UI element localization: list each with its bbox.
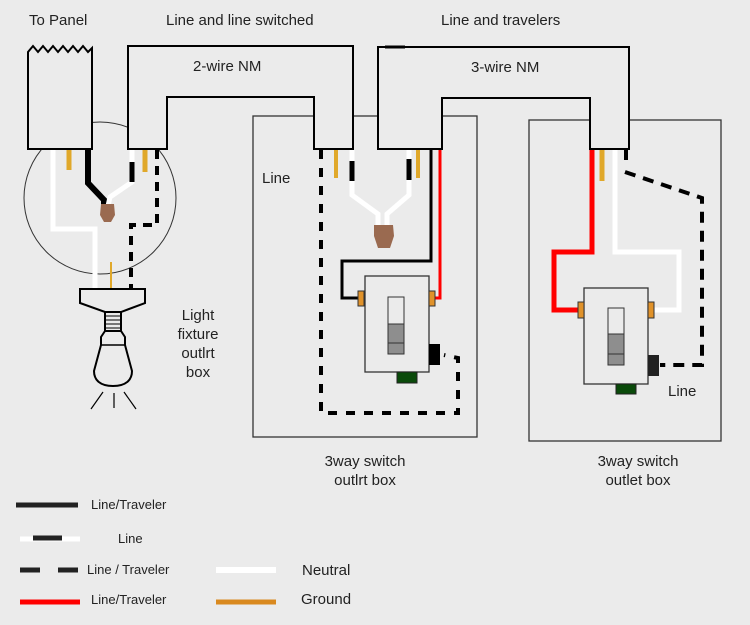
switch2-caption: 3way switch outlet box [578,452,698,490]
legend-label-dashed-black: Line / Traveler [87,562,170,577]
cable1-type-label: 2-wire NM [193,58,262,75]
legend-label-red: Line/Traveler [91,592,167,607]
switch1-caption: 3way switch outlrt box [305,452,425,490]
cable1-purpose-label: Line and line switched [166,12,314,29]
neutral-wire [384,150,412,225]
legend-label-solid-black: Line/Traveler [91,497,167,512]
white-marked-line-wire [105,150,135,207]
switch1-caption-line2: outlrt box [334,472,396,489]
switch1-line-label: Line [262,170,291,187]
legend-swatch-white-black [20,535,80,542]
wiring-diagram [16,44,722,605]
light-fixture-box-label: Light fixture outlrt box [165,306,231,382]
light-label-line2: fixture [177,326,219,343]
line-wire [85,150,107,206]
cable2-purpose-label: Line and travelers [441,12,561,29]
light-bulb-icon [79,288,146,410]
legend-swatches [16,502,276,605]
to-panel-label: To Panel [29,12,88,29]
switch1-caption-line1: 3way switch [324,453,406,470]
neutral-wire [349,150,381,225]
traveler-wire-red [551,150,595,313]
wire-nut [100,204,115,222]
switch2-line-label: Line [668,383,697,400]
switch2-caption-line2: outlet box [605,472,671,489]
wire-nut [374,225,394,248]
panel-cable [27,44,93,150]
traveler-wire-white [612,150,682,313]
light-label-line1: Light [181,307,215,324]
legend-label-white-black: Line [118,531,143,546]
legend-label-neutral: Neutral [302,562,351,579]
three-way-switch-1 [357,275,440,384]
legend-label-ground: Ground [301,591,352,608]
light-label-line4: box [185,364,211,381]
switch2-caption-line1: 3way switch [597,453,679,470]
light-label-line3: outlrt [181,345,215,362]
three-way-switch-2 [577,287,659,395]
cable2-type-label: 3-wire NM [471,59,540,76]
